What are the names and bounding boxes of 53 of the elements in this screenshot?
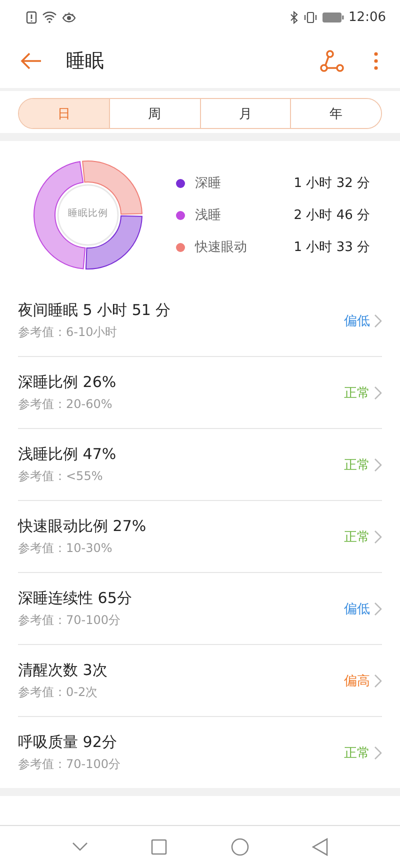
legend-value: 1 小时 32 分 bbox=[294, 175, 370, 192]
eye-icon bbox=[62, 11, 76, 23]
status-label[interactable]: 偏高 bbox=[344, 672, 370, 690]
chevron-right-icon bbox=[374, 314, 382, 328]
vibrate-icon bbox=[304, 10, 317, 24]
legend-label: 浅睡 bbox=[195, 207, 222, 224]
battery-icon bbox=[322, 12, 344, 22]
chart-title: 睡眠比例 bbox=[67, 207, 109, 220]
status-label[interactable]: 正常 bbox=[344, 528, 370, 546]
recent-apps-icon[interactable] bbox=[151, 838, 168, 854]
more-icon[interactable] bbox=[374, 52, 378, 70]
period-tab[interactable]: 日 bbox=[19, 99, 109, 128]
chevron-right-icon bbox=[374, 674, 382, 688]
chevron-right-icon bbox=[374, 602, 382, 616]
chevron-right-icon bbox=[374, 746, 382, 760]
home-icon[interactable] bbox=[230, 838, 249, 856]
legend-label: 快速眼动 bbox=[195, 239, 248, 256]
status-label[interactable]: 正常 bbox=[344, 744, 370, 762]
back-arrow-icon[interactable] bbox=[20, 52, 42, 70]
share-icon[interactable] bbox=[320, 50, 344, 72]
metric-title: 深睡比例 26% bbox=[18, 372, 118, 392]
reference-value: 参考值：70-100分 bbox=[18, 756, 122, 772]
reference-value: 参考值：70-100分 bbox=[18, 612, 122, 628]
legend-value: 1 小时 33 分 bbox=[294, 239, 370, 256]
reference-value: 参考值：<55% bbox=[18, 468, 104, 484]
metric-title: 浅睡比例 47% bbox=[18, 444, 118, 464]
reference-value: 参考值：10-30% bbox=[18, 540, 114, 556]
status-label[interactable]: 正常 bbox=[344, 384, 370, 402]
metric-title: 清醒次数 3次 bbox=[18, 660, 108, 680]
chevron-right-icon bbox=[374, 386, 382, 400]
metric-title: 快速眼动比例 27% bbox=[18, 516, 148, 536]
metric-title: 夜间睡眠 5 小时 51 分 bbox=[18, 300, 172, 320]
bluetooth-icon bbox=[290, 10, 299, 24]
legend-label: 深睡 bbox=[195, 175, 222, 192]
donut-center bbox=[57, 184, 119, 246]
down-chevron-icon[interactable] bbox=[72, 842, 88, 852]
page-title: 睡眠 bbox=[66, 49, 105, 74]
wifi-icon bbox=[42, 11, 57, 23]
metric-title: 呼吸质量 92分 bbox=[18, 732, 118, 752]
chevron-right-icon bbox=[374, 458, 382, 472]
reference-value: 参考值：0-2次 bbox=[18, 684, 99, 700]
period-tab[interactable]: 年 bbox=[290, 99, 381, 128]
metric-title: 深睡连续性 65分 bbox=[18, 588, 133, 608]
status-label[interactable]: 正常 bbox=[344, 456, 370, 474]
status-time: 12:06 bbox=[348, 10, 386, 24]
back-icon[interactable] bbox=[312, 838, 328, 856]
status-label[interactable]: 偏低 bbox=[344, 600, 370, 618]
status-label[interactable]: 偏低 bbox=[344, 312, 370, 330]
reference-value: 参考值：6-10小时 bbox=[18, 324, 118, 340]
legend-value: 2 小时 46 分 bbox=[294, 207, 370, 224]
alert-icon bbox=[26, 10, 37, 24]
chevron-right-icon bbox=[374, 530, 382, 544]
reference-value: 参考值：20-60% bbox=[18, 396, 114, 412]
